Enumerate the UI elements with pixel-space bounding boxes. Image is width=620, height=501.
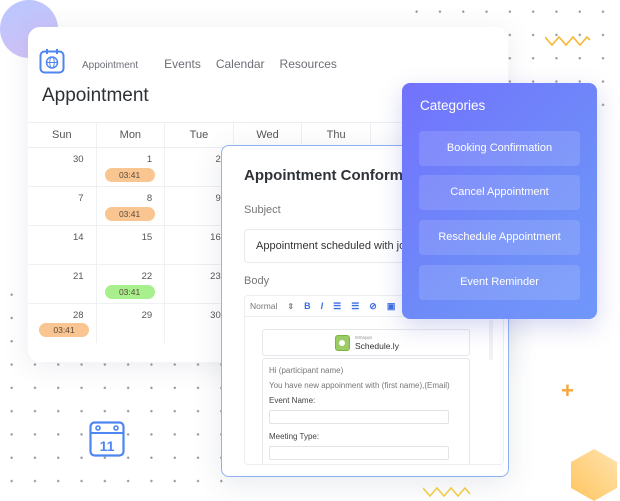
event-pill[interactable]: 03:41 (104, 285, 155, 299)
event-name-input[interactable] (269, 410, 449, 424)
scheduly-logo-icon (335, 335, 350, 351)
day-cell[interactable]: 7 (28, 187, 97, 225)
day-cell[interactable]: 29 (97, 304, 166, 343)
category-booking-confirmation[interactable]: Booking Confirmation (419, 131, 580, 166)
day-number: 29 (141, 310, 153, 321)
weekday-tue: Tue (165, 123, 234, 147)
day-cell[interactable]: 22 03:41 (97, 265, 166, 303)
weekday-thu: Thu (302, 123, 371, 147)
weekday-mon: Mon (97, 123, 166, 147)
categories-title: Categories (420, 98, 486, 113)
subject-label: Subject (244, 204, 281, 216)
ordered-list-icon[interactable]: ☰ (333, 301, 341, 312)
day-number: 30 (73, 154, 84, 165)
day-number: 14 (73, 232, 84, 243)
day-number: 15 (141, 232, 153, 243)
nav-appointment[interactable]: Appointment (82, 60, 138, 71)
day-cell[interactable]: 28 03:41 (28, 304, 97, 343)
email-body: Hi (participant name) You have new appoi… (262, 358, 470, 464)
category-event-reminder[interactable]: Event Reminder (419, 265, 580, 300)
format-select-arrows-icon[interactable]: ⇕ (287, 302, 294, 311)
bullet-list-icon[interactable]: ☰ (351, 301, 359, 312)
nav-resources[interactable]: Resources (280, 57, 337, 71)
brand-parent: 500apps (355, 335, 373, 340)
body-editor[interactable]: Normal ⇕ B I ☰ ☰ ⊘ ▣ 500apps Schedule.ly… (244, 295, 504, 465)
day-number: 16 (210, 232, 221, 243)
greeting-text: Hi (participant name) (269, 366, 344, 375)
bold-icon[interactable]: B (304, 301, 311, 311)
day-number: 8 (146, 193, 153, 204)
top-nav: Appointment Events Calendar Resources (82, 57, 352, 71)
plus-decoration: + (561, 378, 574, 403)
day-cell[interactable]: 15 (97, 226, 166, 264)
app-calendar-globe-icon[interactable] (39, 48, 65, 74)
brand-header: 500apps Schedule.ly (262, 329, 470, 356)
calendar-day-number: 11 (100, 438, 115, 454)
calendar-day-icon: 11 (89, 421, 125, 457)
image-icon[interactable]: ▣ (387, 301, 396, 312)
day-cell[interactable]: 14 (28, 226, 97, 264)
day-cell[interactable]: 8 03:41 (97, 187, 166, 225)
event-pill[interactable]: 03:41 (104, 168, 155, 182)
day-number: 1 (146, 154, 153, 165)
event-pill[interactable]: 03:41 (39, 323, 89, 337)
hexagon-decoration (571, 449, 617, 501)
event-pill[interactable]: 03:41 (104, 207, 155, 221)
page-title: Appointment (42, 85, 149, 106)
day-cell[interactable]: 1 03:41 (97, 148, 166, 186)
italic-icon[interactable]: I (321, 301, 324, 311)
meeting-type-input[interactable] (269, 446, 449, 460)
weekday-sun: Sun (28, 123, 97, 147)
day-number: 21 (73, 271, 84, 282)
categories-panel: Categories Booking Confirmation Cancel A… (402, 83, 597, 319)
day-number: 2 (215, 154, 221, 165)
wave-decoration-bottom (423, 486, 471, 498)
intro-text: You have new appoinment with (first name… (269, 381, 450, 390)
category-reschedule-appointment[interactable]: Reschedule Appointment (419, 220, 580, 255)
nav-events[interactable]: Events (164, 57, 201, 71)
day-number: 9 (215, 193, 221, 204)
day-number: 30 (210, 310, 221, 321)
editor-scrollbar[interactable] (489, 320, 493, 360)
day-number: 22 (141, 271, 153, 282)
nav-calendar[interactable]: Calendar (216, 57, 265, 71)
day-cell[interactable]: 21 (28, 265, 97, 303)
category-cancel-appointment[interactable]: Cancel Appointment (419, 175, 580, 210)
day-cell[interactable]: 30 (28, 148, 97, 186)
brand-name: Schedule.ly (355, 340, 399, 351)
format-select[interactable]: Normal (250, 301, 277, 311)
day-number: 7 (78, 193, 84, 204)
body-label: Body (244, 275, 270, 287)
link-icon[interactable]: ⊘ (369, 301, 377, 312)
day-number: 28 (73, 310, 84, 321)
meeting-type-label: Meeting Type: (269, 432, 320, 441)
day-number: 23 (210, 271, 221, 282)
event-name-label: Event Name: (269, 396, 316, 405)
wave-decoration-top (545, 35, 591, 47)
weekday-wed: Wed (234, 123, 303, 147)
